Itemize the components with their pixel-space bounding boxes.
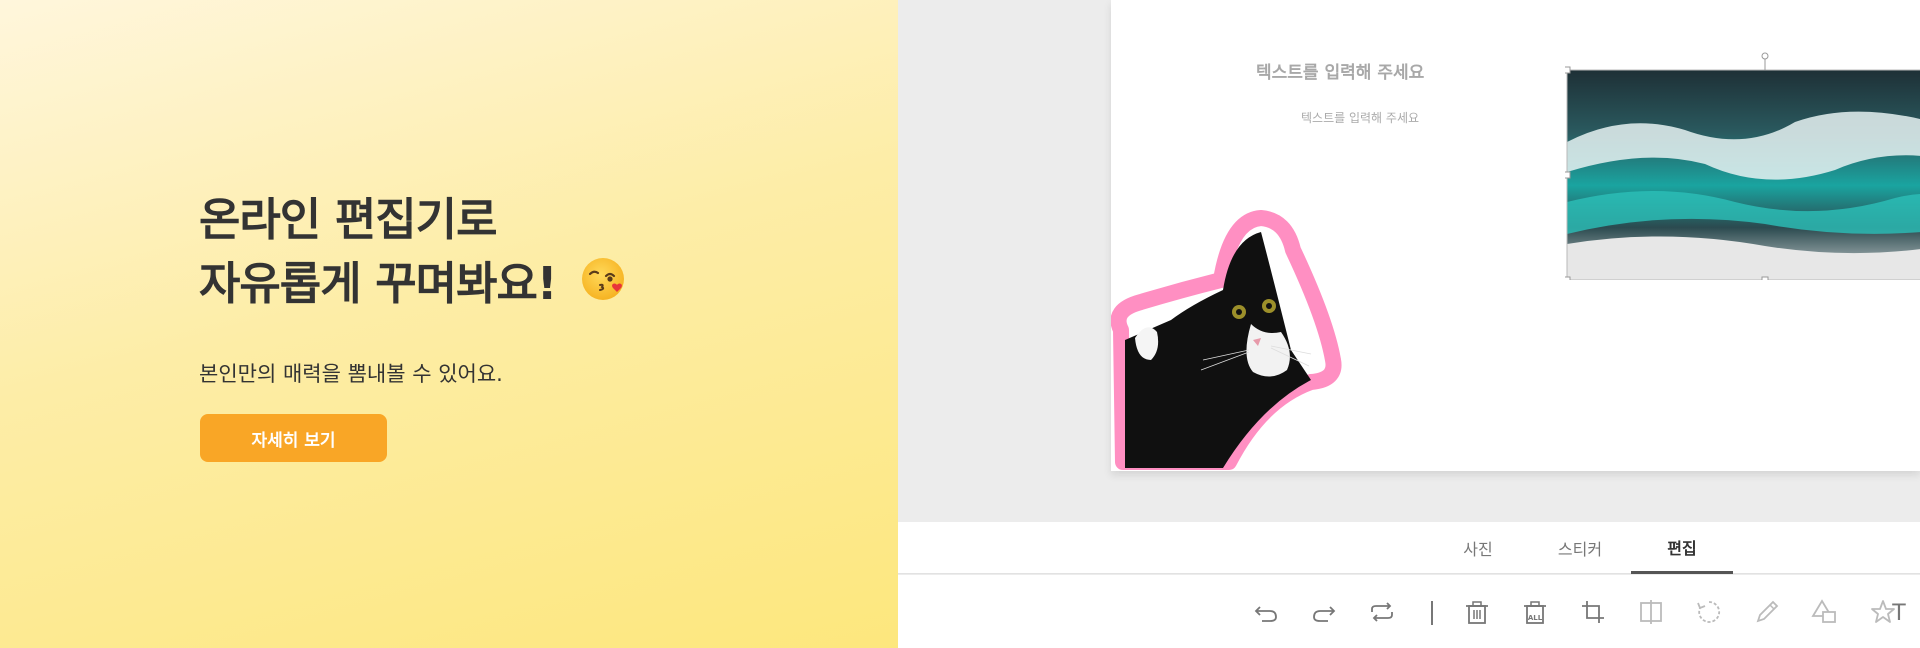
pencil-icon[interactable] [1752, 597, 1782, 627]
cat-sticker[interactable] [1110, 210, 1411, 479]
text-box-body[interactable]: 텍스트를 입력해 주세요 [1301, 109, 1419, 126]
redo-icon[interactable] [1309, 597, 1339, 627]
hero-banner: 온라인 편집기로 자유롭게 꾸며봐요! 본인만의 매력을 뽐내볼 수 있어요. … [0, 0, 898, 648]
hero-subtitle: 본인만의 매력을 뽐내볼 수 있어요. [199, 362, 503, 386]
hero-title: 온라인 편집기로 자유롭게 꾸며봐요! [199, 188, 839, 320]
delete-all-icon[interactable]: ALL [1520, 597, 1550, 627]
undo-icon[interactable] [1251, 597, 1281, 627]
learn-more-button[interactable]: 자세히 보기 [200, 414, 387, 462]
text-tool-glyph: T [1891, 601, 1906, 626]
edit-toolbar: ALL T [898, 575, 1920, 648]
hero-title-line2: 자유롭게 꾸며봐요! [199, 257, 557, 310]
toolbar-separator [1431, 601, 1433, 625]
text-box-heading[interactable]: 텍스트를 입력해 주세요 [1256, 58, 1424, 83]
editor-tab-bar: 사진 스티커 편집 [898, 522, 1920, 574]
repeat-icon[interactable] [1367, 597, 1397, 627]
kissing-face-icon [579, 255, 627, 320]
tab-sticker[interactable]: 스티커 [1529, 522, 1631, 574]
delete-icon[interactable] [1462, 597, 1492, 627]
editor-canvas[interactable]: 텍스트를 입력해 주세요 텍스트를 입력해 주세요 [1110, 0, 1920, 471]
tab-photo[interactable]: 사진 [1427, 522, 1529, 574]
delete-all-label: ALL [1528, 614, 1543, 622]
ocean-wave-photo[interactable] [1563, 52, 1920, 284]
rotate-icon[interactable] [1694, 597, 1724, 627]
flip-icon[interactable] [1636, 597, 1666, 627]
tab-edit[interactable]: 편집 [1631, 522, 1733, 574]
shape-icon[interactable] [1810, 597, 1840, 627]
hero-title-line1: 온라인 편집기로 [199, 193, 497, 246]
text-icon[interactable]: T [1886, 597, 1916, 627]
editor-preview: 텍스트를 입력해 주세요 텍스트를 입력해 주세요 사진 스티커 편집 ALL … [898, 0, 1920, 648]
crop-icon[interactable] [1578, 597, 1608, 627]
